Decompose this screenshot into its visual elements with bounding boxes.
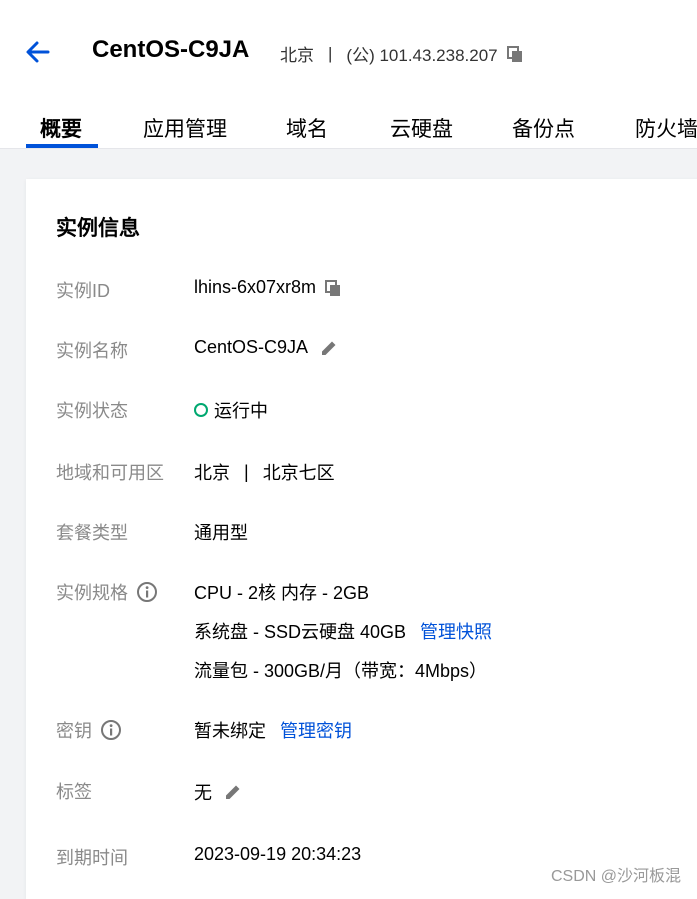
edit-name-icon[interactable]	[320, 339, 338, 357]
tab-firewall[interactable]: 防火墙	[635, 113, 697, 143]
back-arrow-icon[interactable]	[24, 38, 52, 66]
watermark: CSDN @沙河板混	[550, 868, 681, 885]
tab-overview[interactable]: 概要	[40, 113, 82, 143]
value-spec-traffic: 流量包 - 300GB/月（带宽：4Mbps）	[194, 661, 488, 681]
key-text: 暂未绑定	[194, 721, 266, 741]
label-spec: 实例规格	[56, 579, 158, 605]
active-tab-indicator	[26, 144, 98, 148]
label-instance-status: 实例状态	[56, 401, 128, 421]
tab-bar: 概要 应用管理 域名 云硬盘 备份点 防火墙	[0, 105, 697, 148]
tab-cloud-disk[interactable]: 云硬盘	[390, 113, 453, 143]
disk-text: 系统盘 - SSD云硬盘 40GB	[194, 622, 407, 642]
copy-ip-icon[interactable]	[506, 45, 524, 63]
zone-name: 北京七区	[262, 463, 335, 483]
tags-text: 无	[194, 783, 212, 803]
running-status-icon	[194, 403, 208, 417]
manage-snapshot-link[interactable]: 管理快照	[420, 618, 492, 644]
status-text: 运行中	[214, 401, 268, 421]
label-zone: 地域和可用区	[56, 463, 164, 483]
tab-domain[interactable]: 域名	[286, 113, 328, 143]
value-plan-type: 通用型	[194, 523, 248, 543]
label-instance-id: 实例ID	[56, 281, 110, 301]
public-ip: (公) 101.43.238.207	[346, 46, 498, 65]
instance-title: CentOS-C9JA	[92, 36, 250, 63]
label-key: 密钥	[56, 717, 122, 743]
zone-separator: |	[244, 461, 249, 482]
value-instance-name: CentOS-C9JA	[194, 337, 338, 358]
instance-id-text: lhins-6x07xr8m	[194, 277, 317, 297]
instance-name-text: CentOS-C9JA	[194, 337, 309, 357]
label-instance-name: 实例名称	[56, 341, 128, 361]
label-tags: 标签	[56, 782, 92, 802]
spec-info-icon[interactable]	[136, 581, 158, 603]
label-plan-type: 套餐类型	[56, 523, 128, 543]
label-expire: 到期时间	[56, 848, 128, 868]
value-spec-cpu: CPU - 2核 内存 - 2GB	[194, 583, 370, 603]
region-text: 北京	[280, 46, 314, 65]
value-zone: 北京 | 北京七区	[194, 459, 335, 485]
value-spec-disk: 系统盘 - SSD云硬盘 40GB 管理快照	[194, 618, 492, 644]
value-expire: 2023-09-19 20:34:23	[194, 844, 362, 864]
value-key: 暂未绑定 管理密钥	[194, 717, 352, 743]
copy-id-icon[interactable]	[324, 279, 342, 297]
value-instance-status: 运行中	[194, 397, 268, 423]
page-header: CentOS-C9JA 北京 | (公) 101.43.238.207 概要 应…	[0, 0, 697, 149]
tab-app-management[interactable]: 应用管理	[143, 113, 227, 143]
instance-meta: 北京 | (公) 101.43.238.207	[280, 41, 524, 66]
edit-tags-icon[interactable]	[224, 783, 242, 801]
value-instance-id: lhins-6x07xr8m	[194, 277, 342, 298]
key-info-icon[interactable]	[100, 719, 122, 741]
manage-key-link[interactable]: 管理密钥	[280, 717, 352, 743]
card-title: 实例信息	[56, 217, 140, 240]
zone-region: 北京	[194, 463, 230, 483]
value-tags: 无	[194, 779, 242, 805]
spec-label-text: 实例规格	[56, 583, 128, 603]
tab-backup[interactable]: 备份点	[512, 113, 575, 143]
meta-separator: |	[328, 43, 333, 63]
instance-info-card: 实例信息 实例ID lhins-6x07xr8m 实例名称 CentOS-C9J…	[26, 179, 697, 899]
key-label-text: 密钥	[56, 721, 92, 741]
